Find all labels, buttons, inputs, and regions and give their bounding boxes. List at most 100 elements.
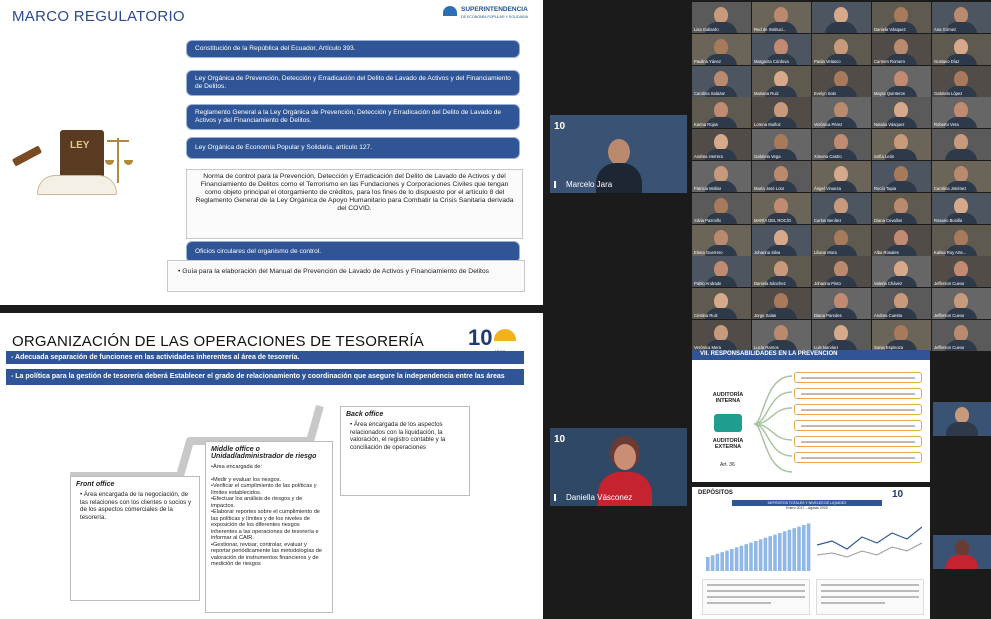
- participant-tile[interactable]: Johanna Pinto: [812, 256, 871, 288]
- participant-face: [894, 325, 908, 341]
- participant-tile[interactable]: Sonia Espinoza: [872, 320, 931, 351]
- responsibility-item: [794, 436, 922, 447]
- participant-tile[interactable]: Daniela Sánchez: [752, 256, 811, 288]
- participant-tile[interactable]: [933, 402, 991, 436]
- participant-tile[interactable]: Liliana Mora: [812, 224, 871, 256]
- participant-tile[interactable]: Sofía León: [872, 129, 931, 161]
- slide-responsabilidades: VII. RESPONSABILIDADES EN LA PREVENCIÓN …: [692, 350, 930, 482]
- participant-face: [894, 7, 908, 23]
- speaker-tile[interactable]: 10 Marcelo Jara: [550, 115, 687, 193]
- article-ref: Art. 36: [720, 462, 735, 468]
- participant-face: [834, 293, 848, 310]
- participant-tile[interactable]: Cristina Ruiz: [692, 288, 751, 320]
- participant-tile[interactable]: Natalia Vásquez: [872, 97, 931, 129]
- participant-tile[interactable]: Ángel Vinueza: [812, 161, 871, 192]
- speaker-tile[interactable]: 10 Daniella Vásconez: [550, 428, 687, 506]
- participant-name: Paola Velasco: [814, 58, 841, 64]
- participant-tile[interactable]: Pablo Andrade: [692, 256, 751, 288]
- bar: [715, 553, 720, 571]
- participant-tile[interactable]: Valeria Chávez: [872, 256, 931, 288]
- participant-face: [714, 229, 728, 246]
- participant-tile[interactable]: Karina Rojas: [692, 97, 751, 129]
- bar: [782, 531, 787, 571]
- participant-tile[interactable]: Patricia Molina: [692, 161, 751, 192]
- participant-tile[interactable]: Johanna Silva: [752, 224, 811, 256]
- bar: [749, 542, 753, 571]
- participant-name: Carolina Salazar: [694, 90, 725, 96]
- participant-face: [834, 70, 848, 87]
- bar: [792, 528, 796, 571]
- participant-tile[interactable]: Carolina Jiménez: [932, 161, 991, 192]
- participant-tile[interactable]: Kalina Roy Arte...: [932, 224, 991, 256]
- participant-tile[interactable]: Rosario Bonilla: [932, 192, 991, 224]
- participant-tile[interactable]: Carlos Benítez: [812, 192, 871, 224]
- audit-icon: [714, 414, 742, 432]
- participant-tile[interactable]: Diana Cevallos: [872, 192, 931, 224]
- speaker-name: Marcelo Jara: [566, 180, 613, 189]
- participant-tile[interactable]: Jefferson Cueva: [932, 288, 991, 320]
- participant-tile[interactable]: Lorena Muñoz: [752, 97, 811, 129]
- participant-tile[interactable]: [932, 129, 991, 161]
- participant-tile[interactable]: Jefferson Cueva: [932, 256, 991, 288]
- participant-tile[interactable]: Ana Gómez: [932, 2, 991, 33]
- participant-tile[interactable]: Evelyn Soto: [812, 65, 871, 97]
- participant-name: Jorge Salas: [754, 313, 777, 319]
- participant-tile[interactable]: Paulina Yánez: [692, 33, 751, 65]
- participant-face: [714, 102, 728, 119]
- bar: [744, 544, 748, 571]
- participant-name: Karina Rojas: [694, 122, 718, 128]
- participant-tile[interactable]: Verónica Mera: [692, 320, 751, 351]
- participant-name: Ximena Castro: [814, 154, 842, 160]
- participant-name: Gustavo Díaz: [934, 58, 960, 64]
- participant-tile[interactable]: Rocío Tapia: [872, 161, 931, 192]
- participant-face: [714, 38, 728, 55]
- slide-title: DEPÓSITOS: [698, 490, 733, 496]
- bar: [734, 547, 739, 571]
- participant-face: [834, 229, 848, 246]
- bar: [778, 533, 782, 571]
- logo-subtext: DE ECONOMÍA POPULAR Y SOLIDARIA: [461, 15, 528, 19]
- participant-tile[interactable]: Carmen Romero: [872, 33, 931, 65]
- participant-tile[interactable]: [812, 2, 871, 33]
- participant-tile[interactable]: Daniela Vásquez: [872, 2, 931, 33]
- participant-tile[interactable]: Jefferson Cueva: [932, 320, 991, 351]
- participant-tile[interactable]: Andrea Herrera: [692, 129, 751, 161]
- participant-tile[interactable]: Diana Paredes: [812, 288, 871, 320]
- participant-tile[interactable]: Mayra Quinteros: [872, 65, 931, 97]
- principle-bar: - Adecuada separación de funciones en la…: [6, 351, 524, 364]
- participant-tile[interactable]: Gustavo Díaz: [932, 33, 991, 65]
- participant-tile[interactable]: Paola Velasco: [812, 33, 871, 65]
- participant-tile[interactable]: Luis Narváez: [812, 320, 871, 351]
- participant-face: [774, 134, 788, 151]
- participant-face: [894, 293, 908, 310]
- participant-tile[interactable]: Roberto Vera: [932, 97, 991, 129]
- text-box: [702, 579, 810, 615]
- participant-tile[interactable]: Alba Rosales: [872, 224, 931, 256]
- participant-tile[interactable]: Gabriela López: [932, 65, 991, 97]
- participant-tile[interactable]: [933, 535, 991, 569]
- participant-tile[interactable]: Jorge Salas: [752, 288, 811, 320]
- participant-tile[interactable]: MARÍA DEL ROCÍO: [752, 192, 811, 224]
- participant-tile[interactable]: Red de Instituci...: [752, 2, 811, 33]
- participant-name: Natalia Vásquez: [874, 122, 905, 128]
- participant-tile[interactable]: María José Loor: [752, 161, 811, 192]
- participant-tile[interactable]: Ximena Castro: [812, 129, 871, 161]
- participant-tile[interactable]: Andrea Cuesta: [872, 288, 931, 320]
- participant-face: [894, 102, 908, 119]
- participant-tile[interactable]: Lucía Ramos: [752, 320, 811, 351]
- guia-box: • Guía para la elaboración del Manual de…: [167, 260, 525, 292]
- participant-tile[interactable]: Elena Guerrero: [692, 224, 751, 256]
- slide-tesoreria: ORGANIZACIÓN DE LAS OPERACIONES DE TESOR…: [0, 313, 543, 619]
- participant-tile[interactable]: Verónica Pérez: [812, 97, 871, 129]
- bar: [797, 526, 801, 571]
- slide-marco-regulatorio: MARCO REGULATORIO SUPERINTENDENCIA DE EC…: [0, 0, 543, 305]
- card-title: Front office: [76, 481, 115, 488]
- participant-tile[interactable]: Lisa Gallardo: [692, 2, 751, 33]
- participant-name: Daniela Vásquez: [874, 27, 906, 32]
- participant-tile[interactable]: Margarita Córdova: [752, 33, 811, 65]
- text-box: [816, 579, 924, 615]
- participant-tile[interactable]: Silvia Pazmiño: [692, 192, 751, 224]
- participant-tile[interactable]: Gabriela Vega: [752, 129, 811, 161]
- participant-tile[interactable]: Mariana Ruiz: [752, 65, 811, 97]
- participant-tile[interactable]: Carolina Salazar: [692, 65, 751, 97]
